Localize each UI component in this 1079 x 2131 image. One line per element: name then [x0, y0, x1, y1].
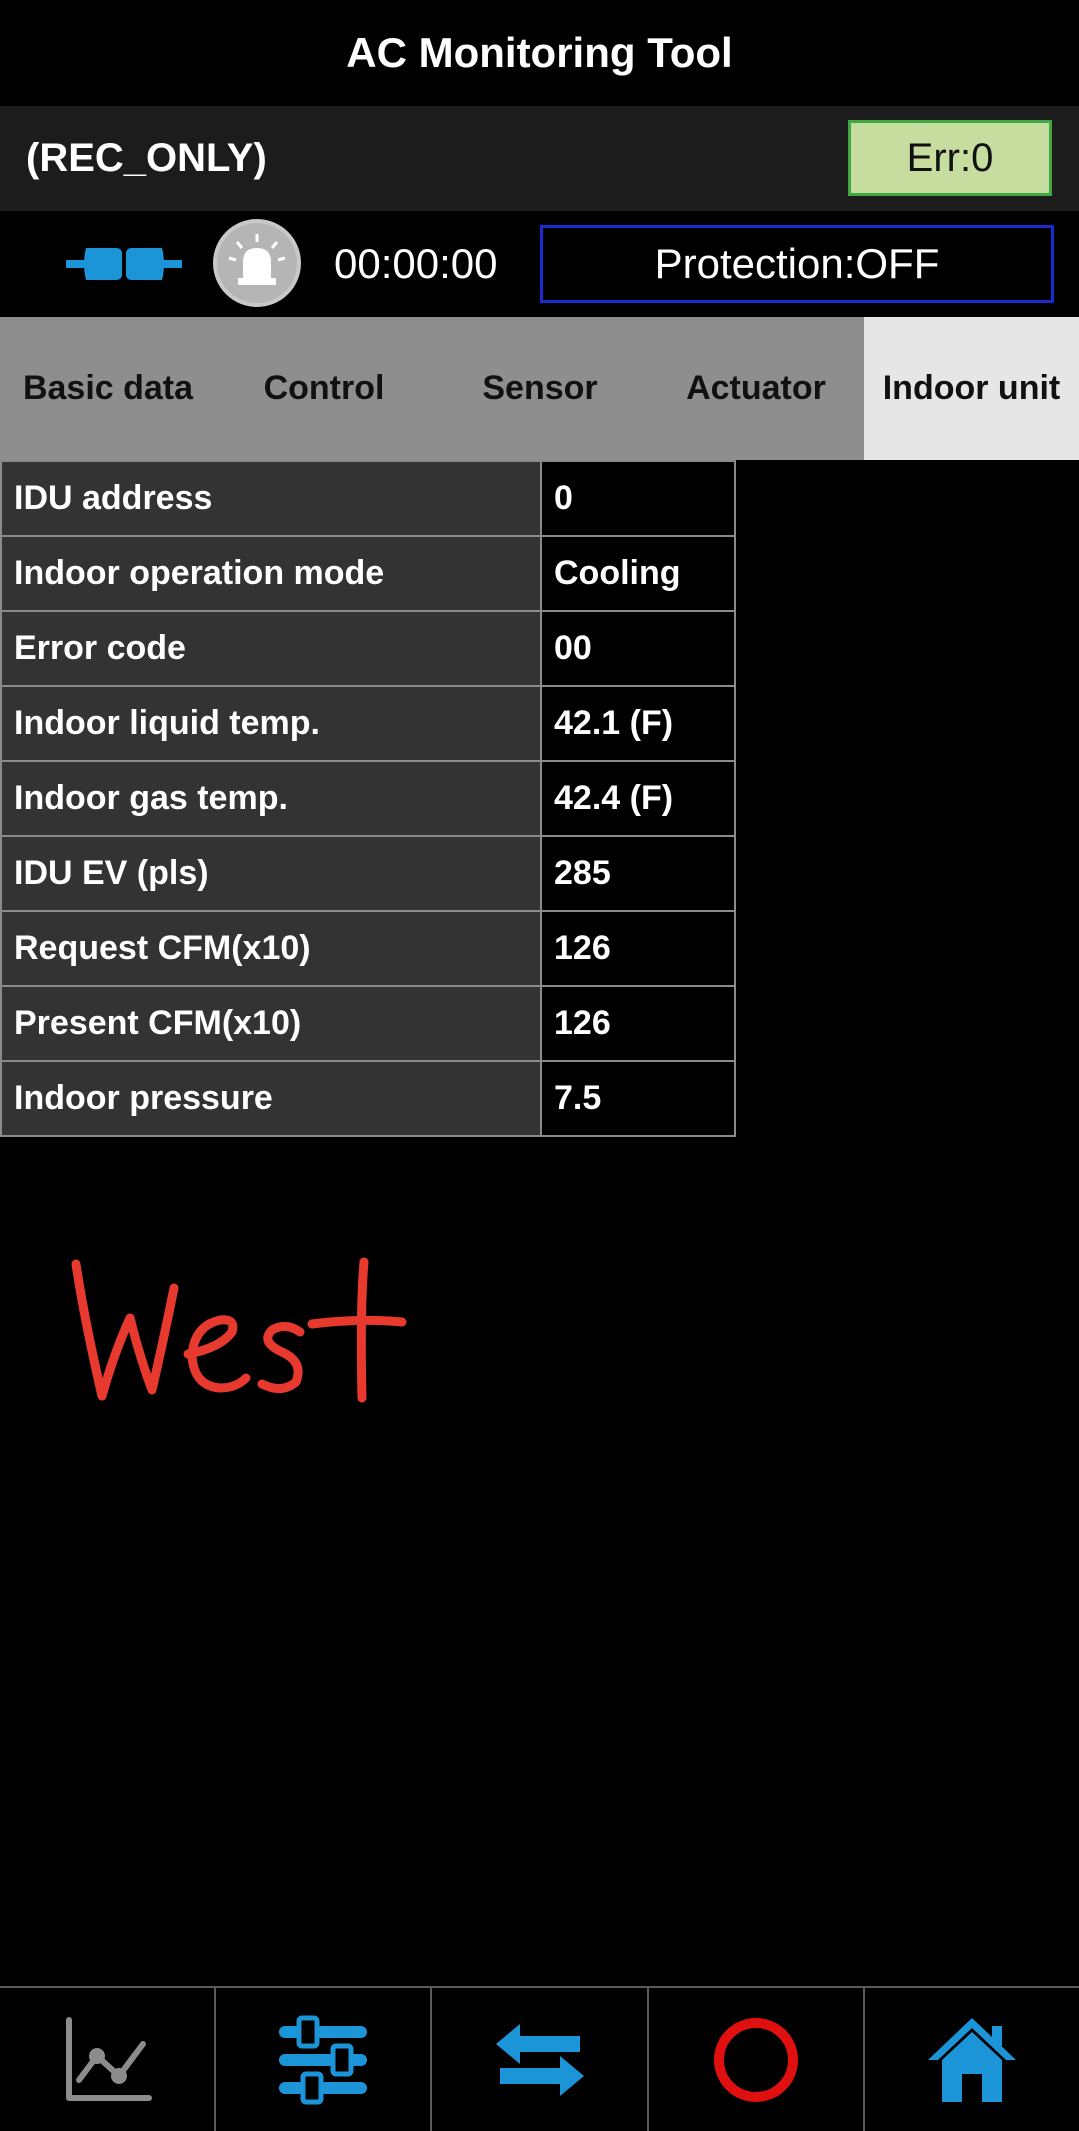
bottom-nav [0, 1986, 1079, 2131]
row-value: 00 [540, 610, 736, 687]
app-title: AC Monitoring Tool [0, 0, 1079, 106]
row-value: 42.1 (F) [540, 685, 736, 762]
home-icon [927, 2017, 1016, 2102]
tab-sensor[interactable]: Sensor [432, 317, 648, 460]
table-row: Indoor pressure 7.5 [0, 1060, 736, 1137]
tab-indoor-unit[interactable]: Indoor unit [864, 317, 1079, 460]
alarm-siren-icon[interactable] [212, 218, 302, 308]
row-value: 42.4 (F) [540, 760, 736, 837]
table-row: Indoor gas temp. 42.4 (F) [0, 760, 736, 837]
record-icon [713, 2017, 798, 2102]
elapsed-timer: 00:00:00 [334, 240, 498, 287]
tab-bar: Basic data Control Sensor Actuator Indoo… [0, 317, 1079, 460]
indoor-unit-table: IDU address 0 Indoor operation mode Cool… [0, 460, 736, 1137]
status-bar: 00:00:00 Protection:OFF [0, 211, 1079, 317]
nav-record-button[interactable] [649, 1988, 865, 2131]
handwritten-annotation [71, 1257, 407, 1403]
mode-bar: (REC_ONLY) Err:0 [0, 106, 1079, 211]
nav-home-button[interactable] [865, 1988, 1079, 2131]
nav-graph-button[interactable] [0, 1988, 217, 2131]
swap-arrows-icon [495, 2023, 584, 2096]
table-row: Indoor operation mode Cooling [0, 535, 736, 612]
sliders-icon [279, 2015, 368, 2104]
table-row: IDU EV (pls) 285 [0, 835, 736, 912]
row-value: 7.5 [540, 1060, 736, 1137]
row-value: 126 [540, 985, 736, 1062]
tab-actuator[interactable]: Actuator [648, 317, 864, 460]
row-value: 285 [540, 835, 736, 912]
table-row: Indoor liquid temp. 42.1 (F) [0, 685, 736, 762]
row-label: IDU address [0, 460, 542, 537]
table-row: IDU address 0 [0, 460, 736, 537]
graph-icon [66, 2016, 153, 2101]
row-label: Indoor pressure [0, 1060, 542, 1137]
row-label: Indoor operation mode [0, 535, 542, 612]
row-value: Cooling [540, 535, 736, 612]
table-row: Request CFM(x10) 126 [0, 910, 736, 987]
plug-connected-icon[interactable] [66, 242, 182, 286]
nav-settings-button[interactable] [216, 1988, 433, 2131]
row-label: Error code [0, 610, 542, 687]
row-label: Indoor gas temp. [0, 760, 542, 837]
row-label: Request CFM(x10) [0, 910, 542, 987]
table-row: Error code 00 [0, 610, 736, 687]
nav-transfer-button[interactable] [432, 1988, 649, 2131]
table-row: Present CFM(x10) 126 [0, 985, 736, 1062]
row-label: Indoor liquid temp. [0, 685, 542, 762]
tab-basic-data[interactable]: Basic data [0, 317, 216, 460]
protection-status-button[interactable]: Protection:OFF [540, 225, 1054, 303]
row-value: 0 [540, 460, 736, 537]
tab-control[interactable]: Control [216, 317, 432, 460]
mode-label: (REC_ONLY) [26, 136, 267, 180]
row-value: 126 [540, 910, 736, 987]
row-label: Present CFM(x10) [0, 985, 542, 1062]
error-count-button[interactable]: Err:0 [848, 120, 1052, 196]
row-label: IDU EV (pls) [0, 835, 542, 912]
